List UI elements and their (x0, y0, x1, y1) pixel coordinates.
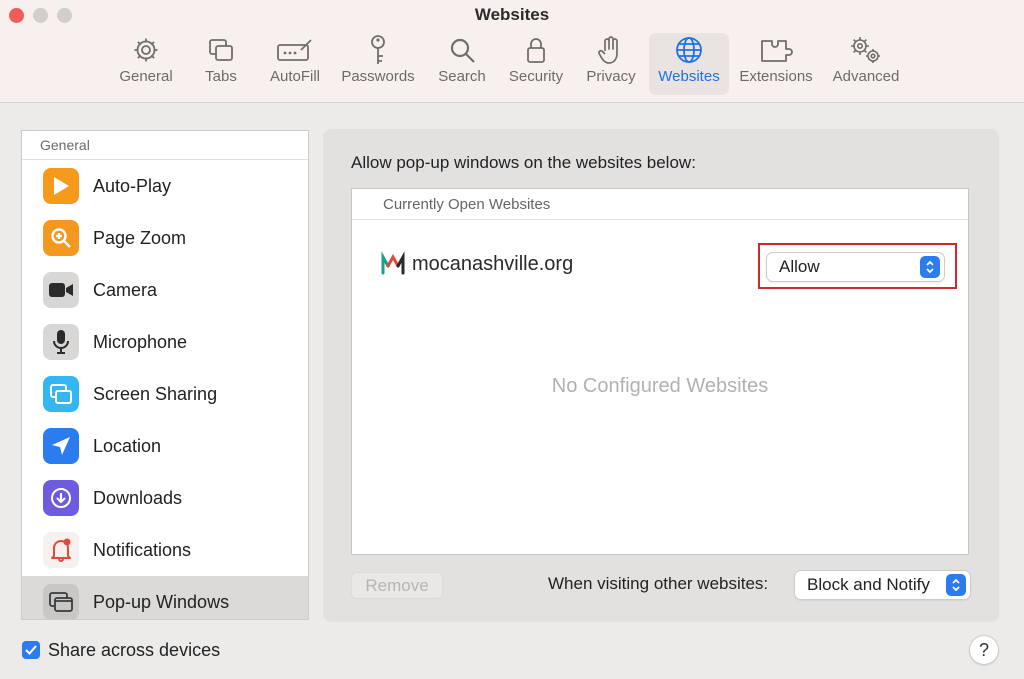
remove-button[interactable]: Remove (351, 572, 443, 599)
tab-tabs[interactable]: Tabs (195, 33, 247, 95)
lock-icon (524, 33, 548, 67)
gears-icon (848, 33, 884, 67)
download-icon (43, 480, 79, 516)
bell-icon (43, 532, 79, 568)
screen-sharing-icon (43, 376, 79, 412)
microphone-icon (43, 324, 79, 360)
play-icon (43, 168, 79, 204)
panel-title: Allow pop-up windows on the websites bel… (351, 153, 696, 172)
zoom-icon (43, 220, 79, 256)
share-across-devices-label: Share across devices (48, 640, 221, 660)
sidebar-item-popup-windows[interactable]: Pop-up Windows (22, 576, 308, 619)
sidebar-item-page-zoom[interactable]: Page Zoom (22, 212, 308, 264)
gear-icon (132, 33, 160, 67)
preferences-tabbar: General Tabs AutoFill Passwords Search S… (0, 33, 1024, 95)
list-section-header: Currently Open Websites (352, 189, 968, 220)
updown-chevron-icon (946, 574, 966, 596)
tab-passwords[interactable]: Passwords (336, 33, 420, 95)
sidebar-item-auto-play[interactable]: Auto-Play (22, 160, 308, 212)
tab-search[interactable]: Search (432, 33, 492, 95)
checkmark-icon (25, 645, 37, 655)
tab-general[interactable]: General (113, 33, 179, 95)
sidebar-item-screen-sharing[interactable]: Screen Sharing (22, 368, 308, 420)
help-button[interactable]: ? (970, 636, 998, 664)
sidebar-item-downloads[interactable]: Downloads (22, 472, 308, 524)
share-across-devices-checkbox[interactable] (22, 641, 40, 659)
sidebar: General Auto-Play Page Zoom Camera Micro… (21, 130, 309, 620)
camera-icon (43, 272, 79, 308)
sidebar-section-title: General (22, 131, 308, 160)
globe-icon (674, 33, 704, 67)
site-name: mocanashville.org (412, 253, 574, 275)
autofill-icon (275, 33, 315, 67)
search-icon (448, 33, 476, 67)
sidebar-item-notifications[interactable]: Notifications (22, 524, 308, 576)
window-title: Websites (474, 5, 550, 24)
tab-autofill[interactable]: AutoFill (264, 33, 326, 95)
highlight-box (758, 243, 957, 289)
empty-state-text: No Configured Websites (551, 375, 769, 397)
tab-security[interactable]: Security (502, 33, 570, 95)
puzzle-icon (759, 33, 793, 67)
key-icon (364, 33, 392, 67)
window-toolbar: Websites General Tabs AutoFill Passwords… (0, 0, 1024, 103)
other-websites-label: When visiting other websites: (548, 574, 769, 593)
tabs-icon (207, 33, 235, 67)
tab-advanced[interactable]: Advanced (827, 33, 905, 95)
other-websites-select[interactable]: Block and Notify (795, 571, 970, 599)
site-logo (380, 251, 406, 282)
popup-windows-icon (43, 584, 79, 619)
other-websites-value: Block and Notify (807, 575, 930, 594)
hand-icon (597, 33, 625, 67)
tab-websites[interactable]: Websites (649, 33, 729, 95)
sidebar-item-camera[interactable]: Camera (22, 264, 308, 316)
tab-privacy[interactable]: Privacy (580, 33, 642, 95)
location-icon (43, 428, 79, 464)
tab-extensions[interactable]: Extensions (735, 33, 817, 95)
sidebar-item-microphone[interactable]: Microphone (22, 316, 308, 368)
sidebar-item-location[interactable]: Location (22, 420, 308, 472)
